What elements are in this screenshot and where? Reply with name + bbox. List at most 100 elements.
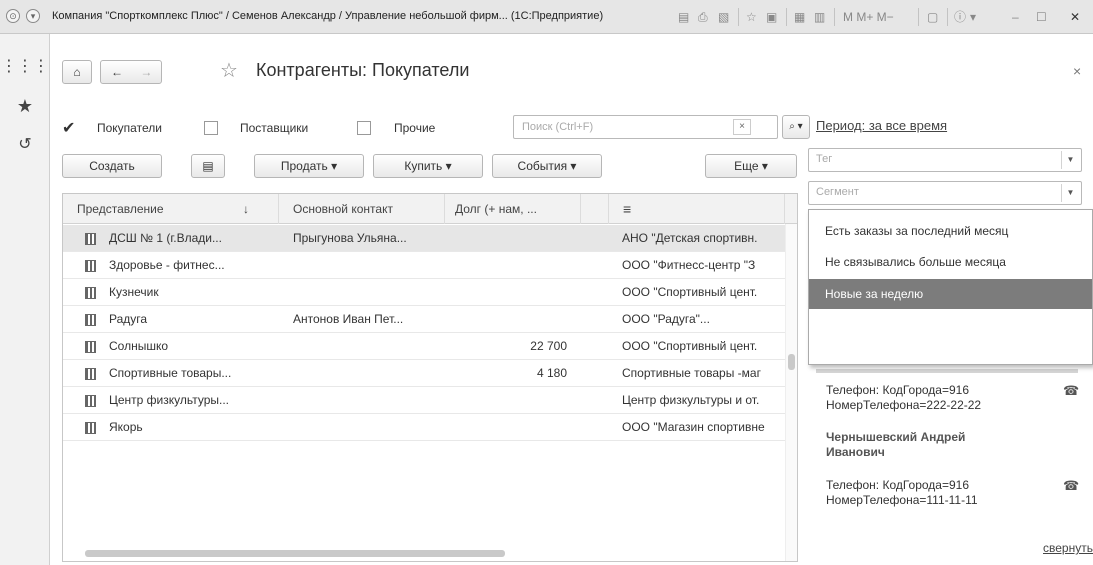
cell-name: Кузнечик: [109, 285, 159, 299]
info-icon[interactable]: ⓘ: [954, 9, 966, 25]
table-row[interactable]: ДСШ № 1 (г.Влади... Прыгунова Ульяна... АН…: [63, 225, 785, 252]
favorites-icon[interactable]: ☆: [746, 9, 757, 25]
table-row[interactable]: Солнышко 22 700 ООО "Спортивный цент.: [63, 333, 785, 360]
cell-debt: [455, 306, 567, 333]
segment-select[interactable]: Сегмент ▼: [808, 181, 1082, 205]
nav-buttons: ← →: [100, 60, 162, 84]
close-window-icon[interactable]: ✕: [1070, 9, 1080, 25]
back-icon[interactable]: ←: [111, 65, 123, 79]
sections-menu-icon[interactable]: ⋮⋮⋮: [0, 56, 50, 76]
table-row[interactable]: Кузнечик ООО "Спортивный цент.: [63, 279, 785, 306]
segment-dropdown-icon[interactable]: ▼: [1061, 184, 1079, 202]
column-header-blank[interactable]: [581, 194, 609, 224]
counterparty-icon: [85, 341, 96, 353]
horizontal-scrollbar[interactable]: [63, 546, 785, 560]
cell-debt: [455, 387, 567, 414]
buyers-checkbox[interactable]: ✔: [62, 118, 76, 137]
others-checkbox[interactable]: [357, 121, 371, 135]
column-header-name[interactable]: Представление ↓: [63, 194, 279, 224]
cell-contact: [293, 252, 441, 279]
forward-icon[interactable]: →: [140, 65, 152, 79]
sell-button[interactable]: Продать ▾: [254, 154, 364, 178]
cell-name: ДСШ № 1 (г.Влади...: [109, 231, 222, 245]
table-row[interactable]: Радуга Антонов Иван Пет... ООО "Радуга"...: [63, 306, 785, 333]
cell-name: Спортивные товары...: [109, 366, 232, 380]
column-header-contact[interactable]: Основной контакт: [279, 194, 445, 224]
search-input[interactable]: Поиск (Ctrl+F) ×: [513, 115, 778, 139]
tag-placeholder: Тег: [816, 153, 833, 165]
cell-full-name: Спортивные товары -маг: [622, 366, 761, 380]
more-button[interactable]: Еще ▾: [705, 154, 797, 178]
table-row[interactable]: Спортивные товары... 4 180 Спортивные това…: [63, 360, 785, 387]
minimize-icon[interactable]: –: [1012, 9, 1019, 25]
window-titlebar: ⊙ ▾ Компания "Спорткомплекс Плюс" / Семе…: [0, 0, 1093, 34]
buy-button[interactable]: Купить ▾: [373, 154, 483, 178]
events-button[interactable]: События ▾: [492, 154, 602, 178]
phone-icon[interactable]: ☎: [1063, 478, 1079, 494]
cell-name: Здоровье - фитнес...: [109, 258, 225, 272]
cell-debt: 22 700: [530, 339, 567, 353]
cell-name: Центр физкультуры...: [109, 393, 229, 407]
cell-contact: [293, 414, 441, 441]
vertical-scroll-thumb[interactable]: [788, 354, 795, 370]
search-options-button[interactable]: ⌕ ▾: [782, 115, 810, 139]
search-clear-icon[interactable]: ×: [733, 119, 751, 135]
sell-label: Продать: [280, 159, 328, 173]
copy-button[interactable]: ▤: [191, 154, 225, 178]
home-button[interactable]: ⌂: [62, 60, 92, 84]
dropdown-menu-icon[interactable]: ▾: [26, 9, 40, 23]
vertical-scrollbar[interactable]: [785, 224, 797, 561]
history-icon[interactable]: ▣: [766, 9, 777, 25]
save-icon[interactable]: ▤: [678, 9, 689, 25]
print-icon[interactable]: ⎙: [698, 9, 708, 25]
cell-debt: [455, 225, 567, 252]
contact-name-line2[interactable]: Иванович: [826, 445, 885, 460]
close-form-icon[interactable]: ×: [1073, 63, 1081, 79]
collapse-link[interactable]: свернуть: [1043, 541, 1093, 555]
counterparty-icon: [85, 314, 96, 326]
info-dropdown-icon[interactable]: ▾: [970, 9, 976, 25]
more-label: Еще: [734, 159, 759, 173]
horizontal-scroll-thumb[interactable]: [85, 550, 505, 557]
tag-dropdown-icon[interactable]: ▼: [1061, 151, 1079, 169]
cell-contact: [293, 360, 441, 387]
history-icon[interactable]: ↺: [0, 134, 50, 154]
cell-debt: [455, 252, 567, 279]
phone-icon[interactable]: ☎: [1063, 383, 1079, 399]
cell-full-name: ООО "Магазин спортивне: [622, 420, 765, 434]
toolbar-separator: [786, 8, 787, 26]
add-favorite-star-icon[interactable]: ☆: [220, 58, 238, 83]
segment-option[interactable]: Не связывались больше месяца: [809, 247, 1092, 277]
cell-contact: [293, 279, 441, 306]
create-button[interactable]: Создать: [62, 154, 162, 178]
counterparties-table: Представление ↓ Основной контакт Долг (+…: [62, 193, 798, 562]
cell-debt: [455, 279, 567, 306]
table-row[interactable]: Здоровье - фитнес... ООО "Фитнесс-центр "…: [63, 252, 785, 279]
calendar-icon[interactable]: ▥: [814, 9, 825, 25]
favorites-star-icon[interactable]: ★: [0, 96, 50, 117]
preview-icon[interactable]: ▧: [718, 9, 729, 25]
maximize-icon[interactable]: ☐: [1036, 9, 1047, 25]
segment-option[interactable]: Есть заказы за последний месяц: [809, 216, 1092, 246]
segment-option-selected[interactable]: Новые за неделю: [809, 279, 1092, 309]
app-menu-icon[interactable]: ⊙: [6, 9, 20, 23]
toolbar-separator: [738, 8, 739, 26]
window-layout-icon[interactable]: ▢: [927, 9, 938, 25]
suppliers-checkbox[interactable]: [204, 121, 218, 135]
window-title: Компания "Спорткомплекс Плюс" / Семенов …: [52, 10, 604, 22]
copy-icon: ▤: [202, 159, 214, 173]
column-header-debt[interactable]: Долг (+ нам, ...: [445, 194, 581, 224]
table-row[interactable]: Якорь ООО "Магазин спортивне: [63, 414, 785, 441]
contact-name-line1[interactable]: Чернышевский Андрей: [826, 430, 965, 445]
contact-phone-line1: Телефон: КодГорода=916: [826, 383, 970, 397]
events-label: События: [517, 159, 568, 173]
buy-label: Купить: [404, 159, 443, 173]
period-link[interactable]: Период: за все время: [816, 118, 947, 133]
table-row[interactable]: Центр физкультуры... Центр физкультуры и …: [63, 387, 785, 414]
tag-select[interactable]: Тег ▼: [808, 148, 1082, 172]
column-header-fullname-icon[interactable]: ≡: [609, 194, 785, 224]
contact-phone-line2: НомерТелефона=222-22-22: [826, 398, 982, 412]
cell-full-name: ООО "Фитнесс-центр "З: [622, 258, 756, 272]
calculator-icon[interactable]: ▦: [794, 9, 805, 25]
memory-buttons[interactable]: M M+ M−: [843, 9, 894, 25]
